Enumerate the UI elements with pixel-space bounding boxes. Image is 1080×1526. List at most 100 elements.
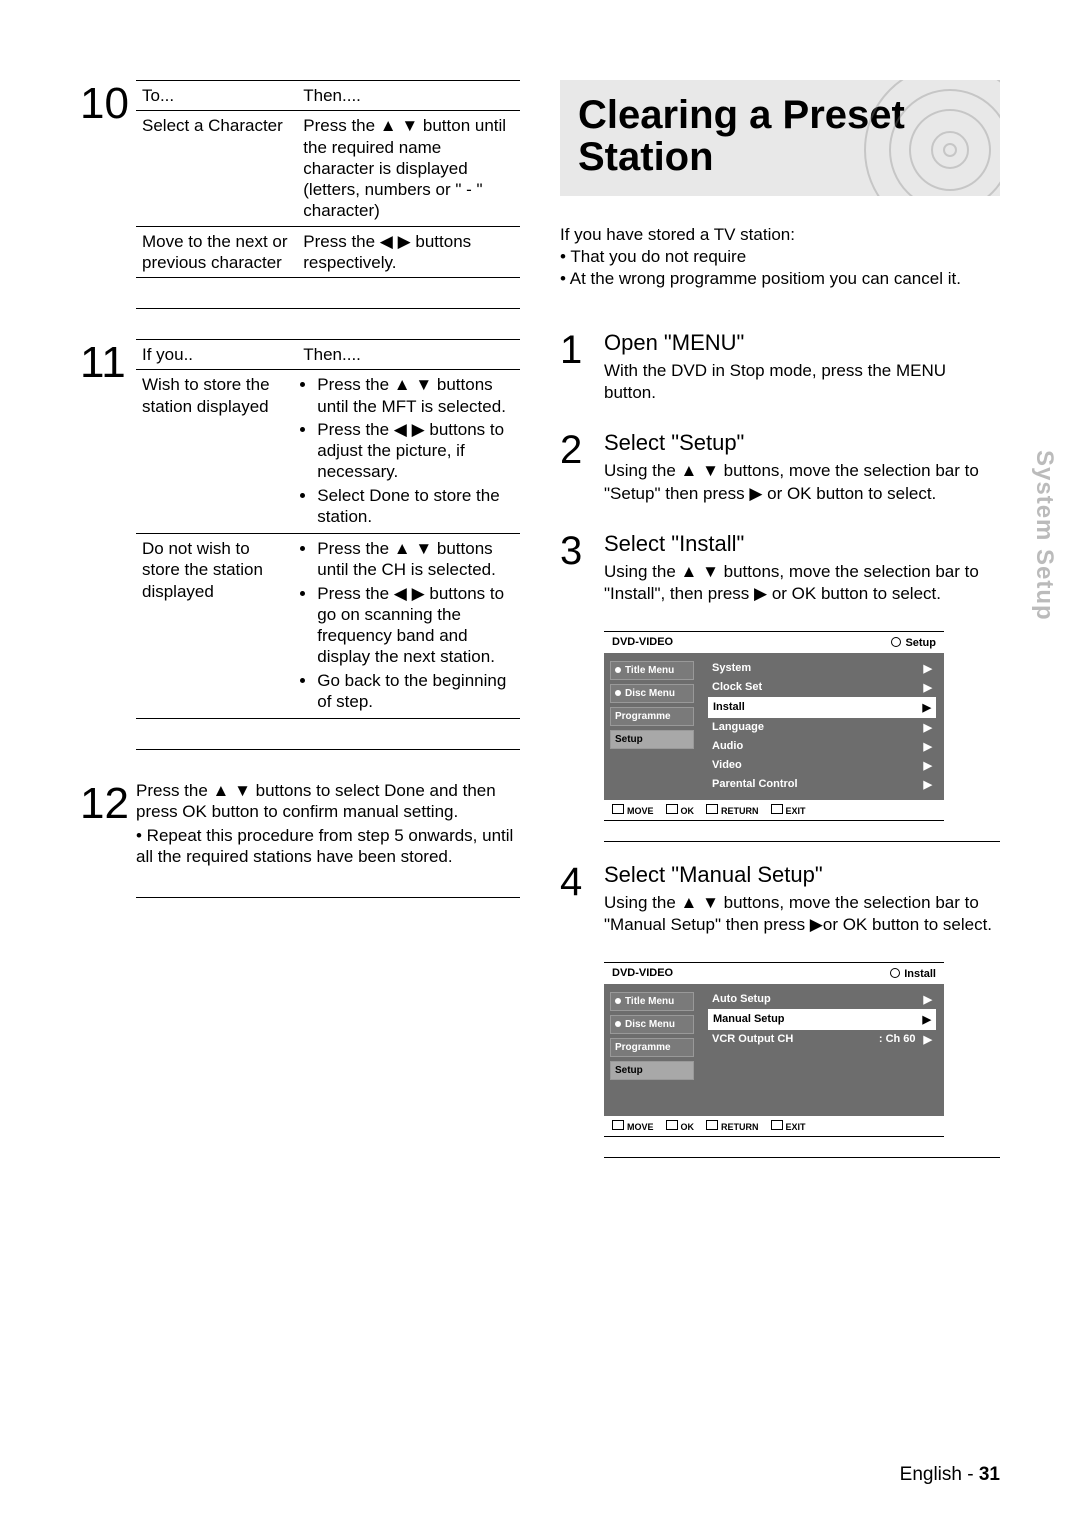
osd-brand: DVD-VIDEO	[612, 636, 673, 649]
li: Go back to the beginning of step.	[317, 670, 514, 713]
cell-if: Do not wish to store the station display…	[136, 534, 297, 719]
r-head: Select "Manual Setup"	[604, 862, 1000, 888]
intro-line: If you have stored a TV station:	[560, 224, 1000, 246]
step-12: 12 Press the ▲ ▼ buttons to select Done …	[80, 780, 520, 867]
divider	[136, 308, 520, 309]
step-number: 4	[560, 862, 604, 936]
cell-then: Press the ▲ ▼ buttons until the MFT is s…	[297, 370, 520, 534]
osd-left-item: Title Menu	[625, 665, 674, 676]
th-then: Then....	[297, 340, 520, 370]
chevron-right-icon	[924, 778, 932, 791]
osd-left-item: Programme	[615, 1042, 671, 1053]
osd-menu-item: System	[712, 662, 751, 675]
circle-icon	[891, 637, 901, 647]
osd-foot-item: RETURN	[721, 1122, 759, 1132]
osd-foot-item: RETURN	[721, 806, 759, 816]
osd-left-menu: Title Menu Disc Menu Programme Setup	[604, 653, 700, 800]
osd-left-item: Title Menu	[625, 996, 674, 1007]
side-tab: System Setup	[1030, 450, 1058, 621]
osd-menu-item: Auto Setup	[712, 993, 771, 1006]
r-step-3: 3 Select "Install" Using the ▲ ▼ buttons…	[560, 531, 1000, 605]
osd-left-item: Disc Menu	[625, 688, 675, 699]
divider	[136, 749, 520, 750]
step-number: 1	[560, 330, 604, 404]
osd-menu-item: Parental Control	[712, 778, 798, 791]
step-10: 10 To... Then.... Select a Character Pre…	[80, 80, 520, 278]
chevron-right-icon	[924, 740, 932, 753]
cell-then: Press the ◀ ▶ buttons respectively.	[297, 226, 520, 278]
osd-foot-item: MOVE	[627, 806, 654, 816]
osd-menu-item: Language	[712, 721, 764, 734]
osd-brand: DVD-VIDEO	[612, 967, 673, 980]
osd-left-item: Disc Menu	[625, 1019, 675, 1030]
li: Press the ▲ ▼ buttons until the MFT is s…	[317, 374, 514, 417]
li: Press the ▲ ▼ buttons until the CH is se…	[317, 538, 514, 581]
th-to: To...	[136, 81, 297, 111]
li: Press the ◀ ▶ buttons to adjust the pict…	[317, 419, 514, 483]
osd-left-item: Setup	[615, 734, 643, 745]
disc-icon	[860, 80, 1000, 196]
osd-menu-item: Install	[713, 701, 745, 714]
osd-menu-item: Manual Setup	[713, 1013, 785, 1026]
r-text: Using the ▲ ▼ buttons, move the selectio…	[604, 892, 1000, 936]
r-step-1: 1 Open "MENU" With the DVD in Stop mode,…	[560, 330, 1000, 404]
chevron-right-icon	[924, 993, 932, 1006]
r-step-4: 4 Select "Manual Setup" Using the ▲ ▼ bu…	[560, 862, 1000, 936]
footer-page: 31	[979, 1464, 1000, 1485]
th-then: Then....	[297, 81, 520, 111]
chevron-right-icon	[924, 662, 932, 675]
chevron-right-icon	[923, 1013, 931, 1026]
osd-foot-item: MOVE	[627, 1122, 654, 1132]
r-head: Open "MENU"	[604, 330, 1000, 356]
cell-then: Press the ▲ ▼ buttons until the CH is se…	[297, 534, 520, 719]
li: Select Done to store the station.	[317, 485, 514, 528]
chevron-right-icon	[924, 681, 932, 694]
th-if: If you..	[136, 340, 297, 370]
r-head: Select "Install"	[604, 531, 1000, 557]
r-step-2: 2 Select "Setup" Using the ▲ ▼ buttons, …	[560, 430, 1000, 504]
r-text: Using the ▲ ▼ buttons, move the selectio…	[604, 561, 1000, 605]
cell-if: Wish to store the station displayed	[136, 370, 297, 534]
step-number: 3	[560, 531, 604, 605]
step10-table: To... Then.... Select a Character Press …	[136, 80, 520, 278]
osd-foot-item: EXIT	[786, 1122, 806, 1132]
divider	[136, 897, 520, 898]
chevron-right-icon	[924, 721, 932, 734]
osd-menu-item: Video	[712, 759, 742, 772]
osd-value: : Ch 60	[879, 1033, 916, 1046]
step12-line2: • Repeat this procedure from step 5 onwa…	[136, 825, 520, 868]
osd-install-screenshot: DVD-VIDEO Install Title Menu Disc Menu P…	[604, 962, 944, 1137]
chevron-right-icon	[924, 1033, 932, 1046]
step-number: 2	[560, 430, 604, 504]
step-number: 10	[80, 80, 136, 278]
footer-lang: English -	[900, 1464, 979, 1485]
osd-crumb: Install	[904, 968, 936, 980]
divider	[604, 841, 1000, 842]
chevron-right-icon	[923, 701, 931, 714]
osd-left-item: Programme	[615, 711, 671, 722]
osd-foot-item: OK	[681, 806, 695, 816]
cell-to: Move to the next or previous character	[136, 226, 297, 278]
osd-menu-item: Audio	[712, 740, 743, 753]
cell-to: Select a Character	[136, 111, 297, 226]
osd-crumb: Setup	[905, 637, 936, 649]
step12-line1: Press the ▲ ▼ buttons to select Done and…	[136, 780, 520, 823]
osd-setup-screenshot: DVD-VIDEO Setup Title Menu Disc Menu Pro…	[604, 631, 944, 821]
osd-menu-item: Clock Set	[712, 681, 762, 694]
circle-icon	[890, 968, 900, 978]
li: Press the ◀ ▶ buttons to go on scanning …	[317, 583, 514, 668]
intro-text: If you have stored a TV station: That yo…	[560, 224, 1000, 290]
cell-then: Press the ▲ ▼ button until the required …	[297, 111, 520, 226]
r-text: With the DVD in Stop mode, press the MEN…	[604, 360, 1000, 404]
step-11: 11 If you.. Then.... Wish to store the s…	[80, 339, 520, 719]
r-text: Using the ▲ ▼ buttons, move the selectio…	[604, 460, 1000, 504]
step-number: 12	[80, 780, 136, 867]
osd-right-menu: Auto Setup Manual Setup VCR Output CH: C…	[700, 984, 944, 1116]
intro-bullet: That you do not require	[560, 246, 1000, 268]
osd-foot-item: OK	[681, 1122, 695, 1132]
intro-bullet: At the wrong programme positiom you can …	[560, 268, 1000, 290]
chevron-right-icon	[924, 759, 932, 772]
osd-foot-item: EXIT	[786, 806, 806, 816]
osd-left-item: Setup	[615, 1065, 643, 1076]
osd-right-menu: System Clock Set Install Language Audio …	[700, 653, 944, 800]
